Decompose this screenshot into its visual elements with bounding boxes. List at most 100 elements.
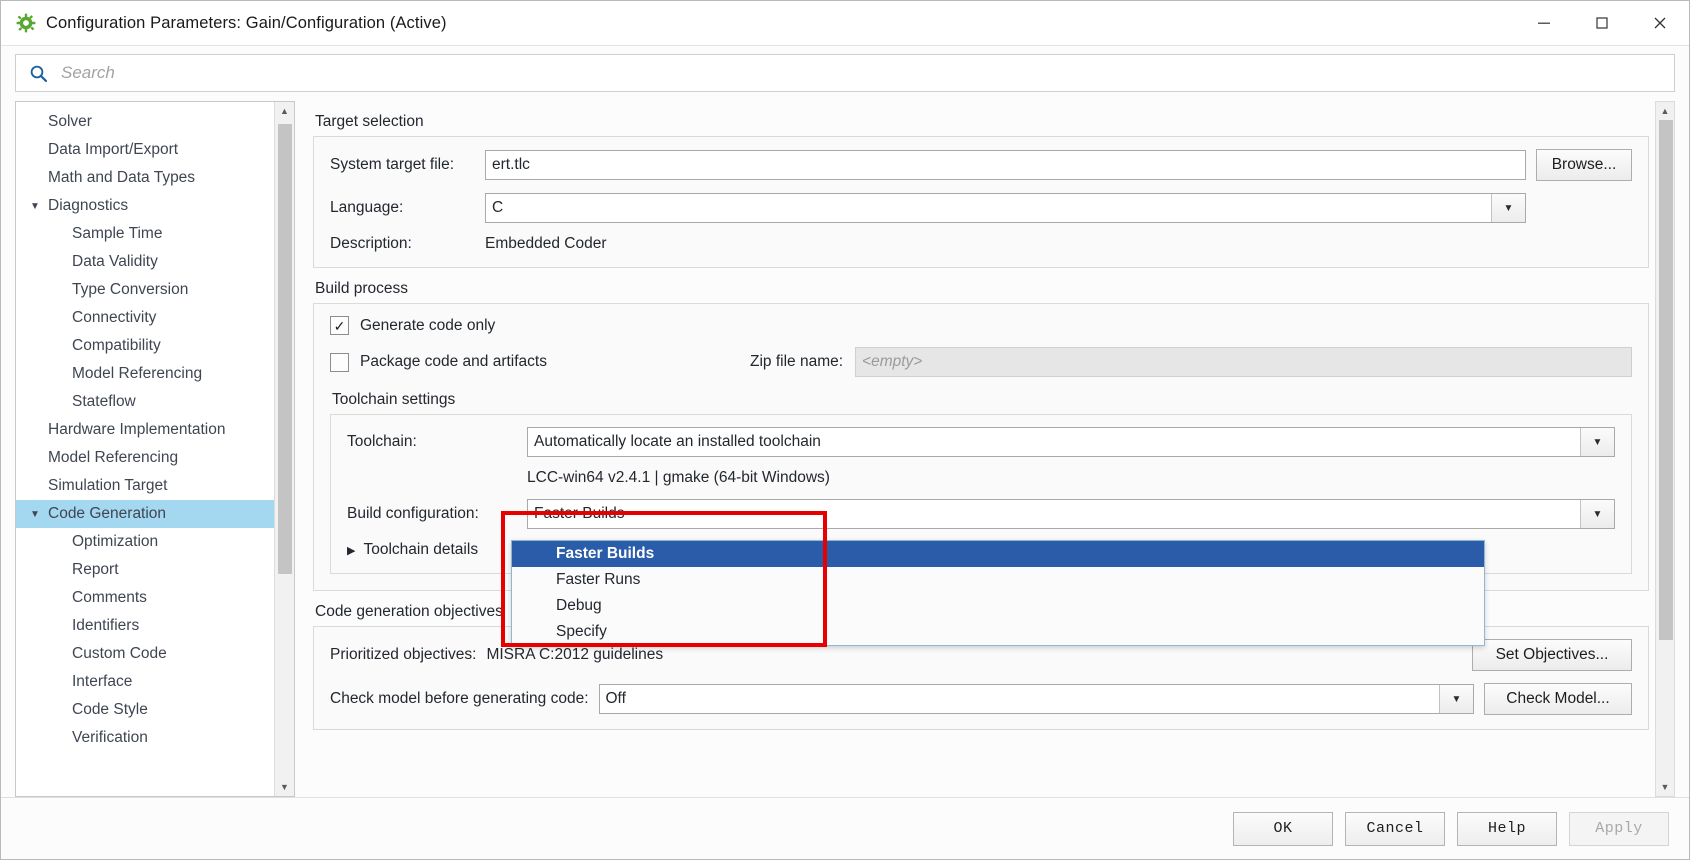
tree-scroll-track[interactable] [275, 120, 294, 778]
tree-item-sample-time[interactable]: ▼Sample Time [16, 220, 274, 248]
content-scroll-up-button[interactable]: ▲ [1656, 102, 1674, 120]
language-label: Language: [330, 199, 404, 216]
ok-button[interactable]: OK [1233, 811, 1333, 846]
system-target-file-row: System target file: ert.tlc Browse... [330, 149, 1632, 181]
toolchain-chevron-down-icon[interactable]: ▼ [1580, 428, 1614, 456]
package-code-row: Package code and artifacts Zip file name… [330, 347, 1632, 377]
target-selection-title: Target selection [315, 113, 424, 130]
generate-code-only-label: Generate code only [360, 316, 496, 334]
toolchain-info-row: LCC-win64 v2.4.1 | gmake (64-bit Windows… [347, 469, 1615, 487]
tree-item-diagnostics[interactable]: ▼ Diagnostics [16, 192, 274, 220]
tree-item-label: Custom Code [72, 645, 167, 662]
prioritized-objectives-label: Prioritized objectives: [330, 646, 477, 663]
set-objectives-button[interactable]: Set Objectives... [1472, 639, 1632, 671]
dropdown-option-specify[interactable]: Specify [512, 619, 1484, 645]
generate-code-only-box[interactable]: ✓ [330, 316, 349, 335]
tree-scroll-down-button[interactable]: ▼ [275, 778, 294, 796]
tree-item-identifiers[interactable]: ▼Identifiers [16, 612, 274, 640]
package-code-box[interactable] [330, 352, 349, 372]
language-combo[interactable]: C ▼ [485, 193, 1526, 223]
tree-item-interface[interactable]: ▼Interface [16, 668, 274, 696]
build-configuration-row: Build configuration: Faster Builds ▼ [347, 499, 1615, 529]
tree-item-label: Sample Time [72, 225, 163, 242]
window-title: Configuration Parameters: Gain/Configura… [46, 13, 447, 32]
language-chevron-down-icon[interactable]: ▼ [1491, 194, 1525, 222]
tree-item-code-generation[interactable]: ▼ Code Generation [16, 500, 274, 528]
tree-item-model-referencing[interactable]: ▼Model Referencing [16, 444, 274, 472]
tree-item-label: Diagnostics [48, 197, 129, 214]
tree-item-hardware-implementation[interactable]: ▼Hardware Implementation [16, 416, 274, 444]
tree-item-verification[interactable]: ▼Verification [16, 724, 274, 752]
tree-item-data-validity[interactable]: ▼Data Validity [16, 248, 274, 276]
tree-item-compatibility[interactable]: ▼Compatibility [16, 332, 274, 360]
zip-file-name-input[interactable]: <empty> [855, 347, 1632, 377]
tree-scrollbar[interactable]: ▲ ▼ [274, 102, 294, 796]
generate-code-only-row: ✓ Generate code only [330, 316, 1632, 335]
cancel-button[interactable]: Cancel [1345, 811, 1445, 846]
tree-expand-chevron-down-icon[interactable]: ▼ [30, 201, 46, 212]
tree-scroll-up-button[interactable]: ▲ [275, 102, 294, 120]
tree-item-label: Model Referencing [48, 449, 179, 466]
tree-scroll-thumb[interactable] [278, 124, 292, 574]
dropdown-option-debug[interactable]: Debug [512, 593, 1484, 619]
browse-button[interactable]: Browse... [1536, 149, 1632, 181]
search-input[interactable]: Search [15, 54, 1675, 92]
tree-item-solver[interactable]: ▼Solver [16, 108, 274, 136]
generate-code-only-checkbox[interactable]: ✓ Generate code only [330, 316, 495, 335]
check-model-button[interactable]: Check Model... [1484, 683, 1632, 715]
dropdown-option-faster-runs[interactable]: Faster Runs [512, 567, 1484, 593]
toolchain-row: Toolchain: Automatically locate an insta… [347, 427, 1615, 457]
system-target-file-input[interactable]: ert.tlc [485, 150, 1526, 180]
content-scroll-down-button[interactable]: ▼ [1656, 778, 1674, 796]
description-value: Embedded Coder [485, 235, 607, 252]
settings-tree: ▼Solver▼Data Import/Export▼Math and Data… [15, 101, 295, 797]
dropdown-option-faster-builds[interactable]: Faster Builds [512, 541, 1484, 567]
check-model-chevron-down-icon[interactable]: ▼ [1439, 685, 1473, 713]
search-placeholder: Search [61, 63, 115, 82]
toolchain-details-label: Toolchain details [363, 541, 479, 558]
tree-item-label: Identifiers [72, 617, 140, 634]
tree-item-optimization[interactable]: ▼Optimization [16, 528, 274, 556]
search-icon [27, 62, 49, 84]
settings-content: Target selection System target file: ert… [295, 101, 1675, 797]
help-button[interactable]: Help [1457, 811, 1557, 846]
tree-item-code-style[interactable]: ▼Code Style [16, 696, 274, 724]
check-icon: ✓ [333, 317, 346, 334]
close-button[interactable] [1631, 1, 1689, 45]
content-scroll-track[interactable] [1656, 120, 1674, 778]
minimize-button[interactable] [1515, 1, 1573, 45]
maximize-button[interactable] [1573, 1, 1631, 45]
check-model-row: Check model before generating code: Off … [330, 683, 1632, 715]
title-bar: Configuration Parameters: Gain/Configura… [1, 1, 1689, 46]
tree-item-stateflow[interactable]: ▼Stateflow [16, 388, 274, 416]
tree-item-type-conversion[interactable]: ▼Type Conversion [16, 276, 274, 304]
tree-expand-chevron-down-icon[interactable]: ▼ [30, 509, 46, 520]
tree-item-label: Data Validity [72, 253, 158, 270]
toolchain-details-chevron-right-icon[interactable]: ▶ [347, 544, 355, 557]
tree-item-label: Solver [48, 113, 92, 130]
tree-item-math-and-data-types[interactable]: ▼Math and Data Types [16, 164, 274, 192]
tree-item-custom-code[interactable]: ▼Custom Code [16, 640, 274, 668]
tree-item-simulation-target[interactable]: ▼Simulation Target [16, 472, 274, 500]
build-configuration-option-list[interactable]: Faster Builds Faster Runs Debug Specify [511, 540, 1485, 646]
tree-item-model-referencing[interactable]: ▼Model Referencing [16, 360, 274, 388]
configuration-parameters-window: Configuration Parameters: Gain/Configura… [0, 0, 1690, 860]
check-model-combo[interactable]: Off ▼ [598, 684, 1474, 714]
apply-button[interactable]: Apply [1569, 811, 1669, 846]
toolchain-combo[interactable]: Automatically locate an installed toolch… [527, 427, 1615, 457]
tree-item-data-import-export[interactable]: ▼Data Import/Export [16, 136, 274, 164]
content-scroll-thumb[interactable] [1659, 120, 1673, 640]
tree-item-connectivity[interactable]: ▼Connectivity [16, 304, 274, 332]
build-configuration-dropdown[interactable]: Faster Builds Faster Runs Debug Specify [511, 540, 1485, 646]
tree-item-label: Data Import/Export [48, 141, 179, 158]
build-configuration-chevron-down-icon[interactable]: ▼ [1580, 500, 1614, 528]
dialog-footer: OK Cancel Help Apply [1, 797, 1689, 859]
content-scrollbar[interactable]: ▲ ▼ [1655, 101, 1675, 797]
description-label: Description: [330, 235, 412, 252]
build-configuration-combo[interactable]: Faster Builds ▼ [527, 499, 1615, 529]
package-code-checkbox[interactable]: Package code and artifacts [330, 352, 750, 372]
tree-item-report[interactable]: ▼Report [16, 556, 274, 584]
toolchain-label: Toolchain: [347, 433, 417, 450]
tree-item-label: Interface [72, 673, 133, 690]
tree-item-comments[interactable]: ▼Comments [16, 584, 274, 612]
